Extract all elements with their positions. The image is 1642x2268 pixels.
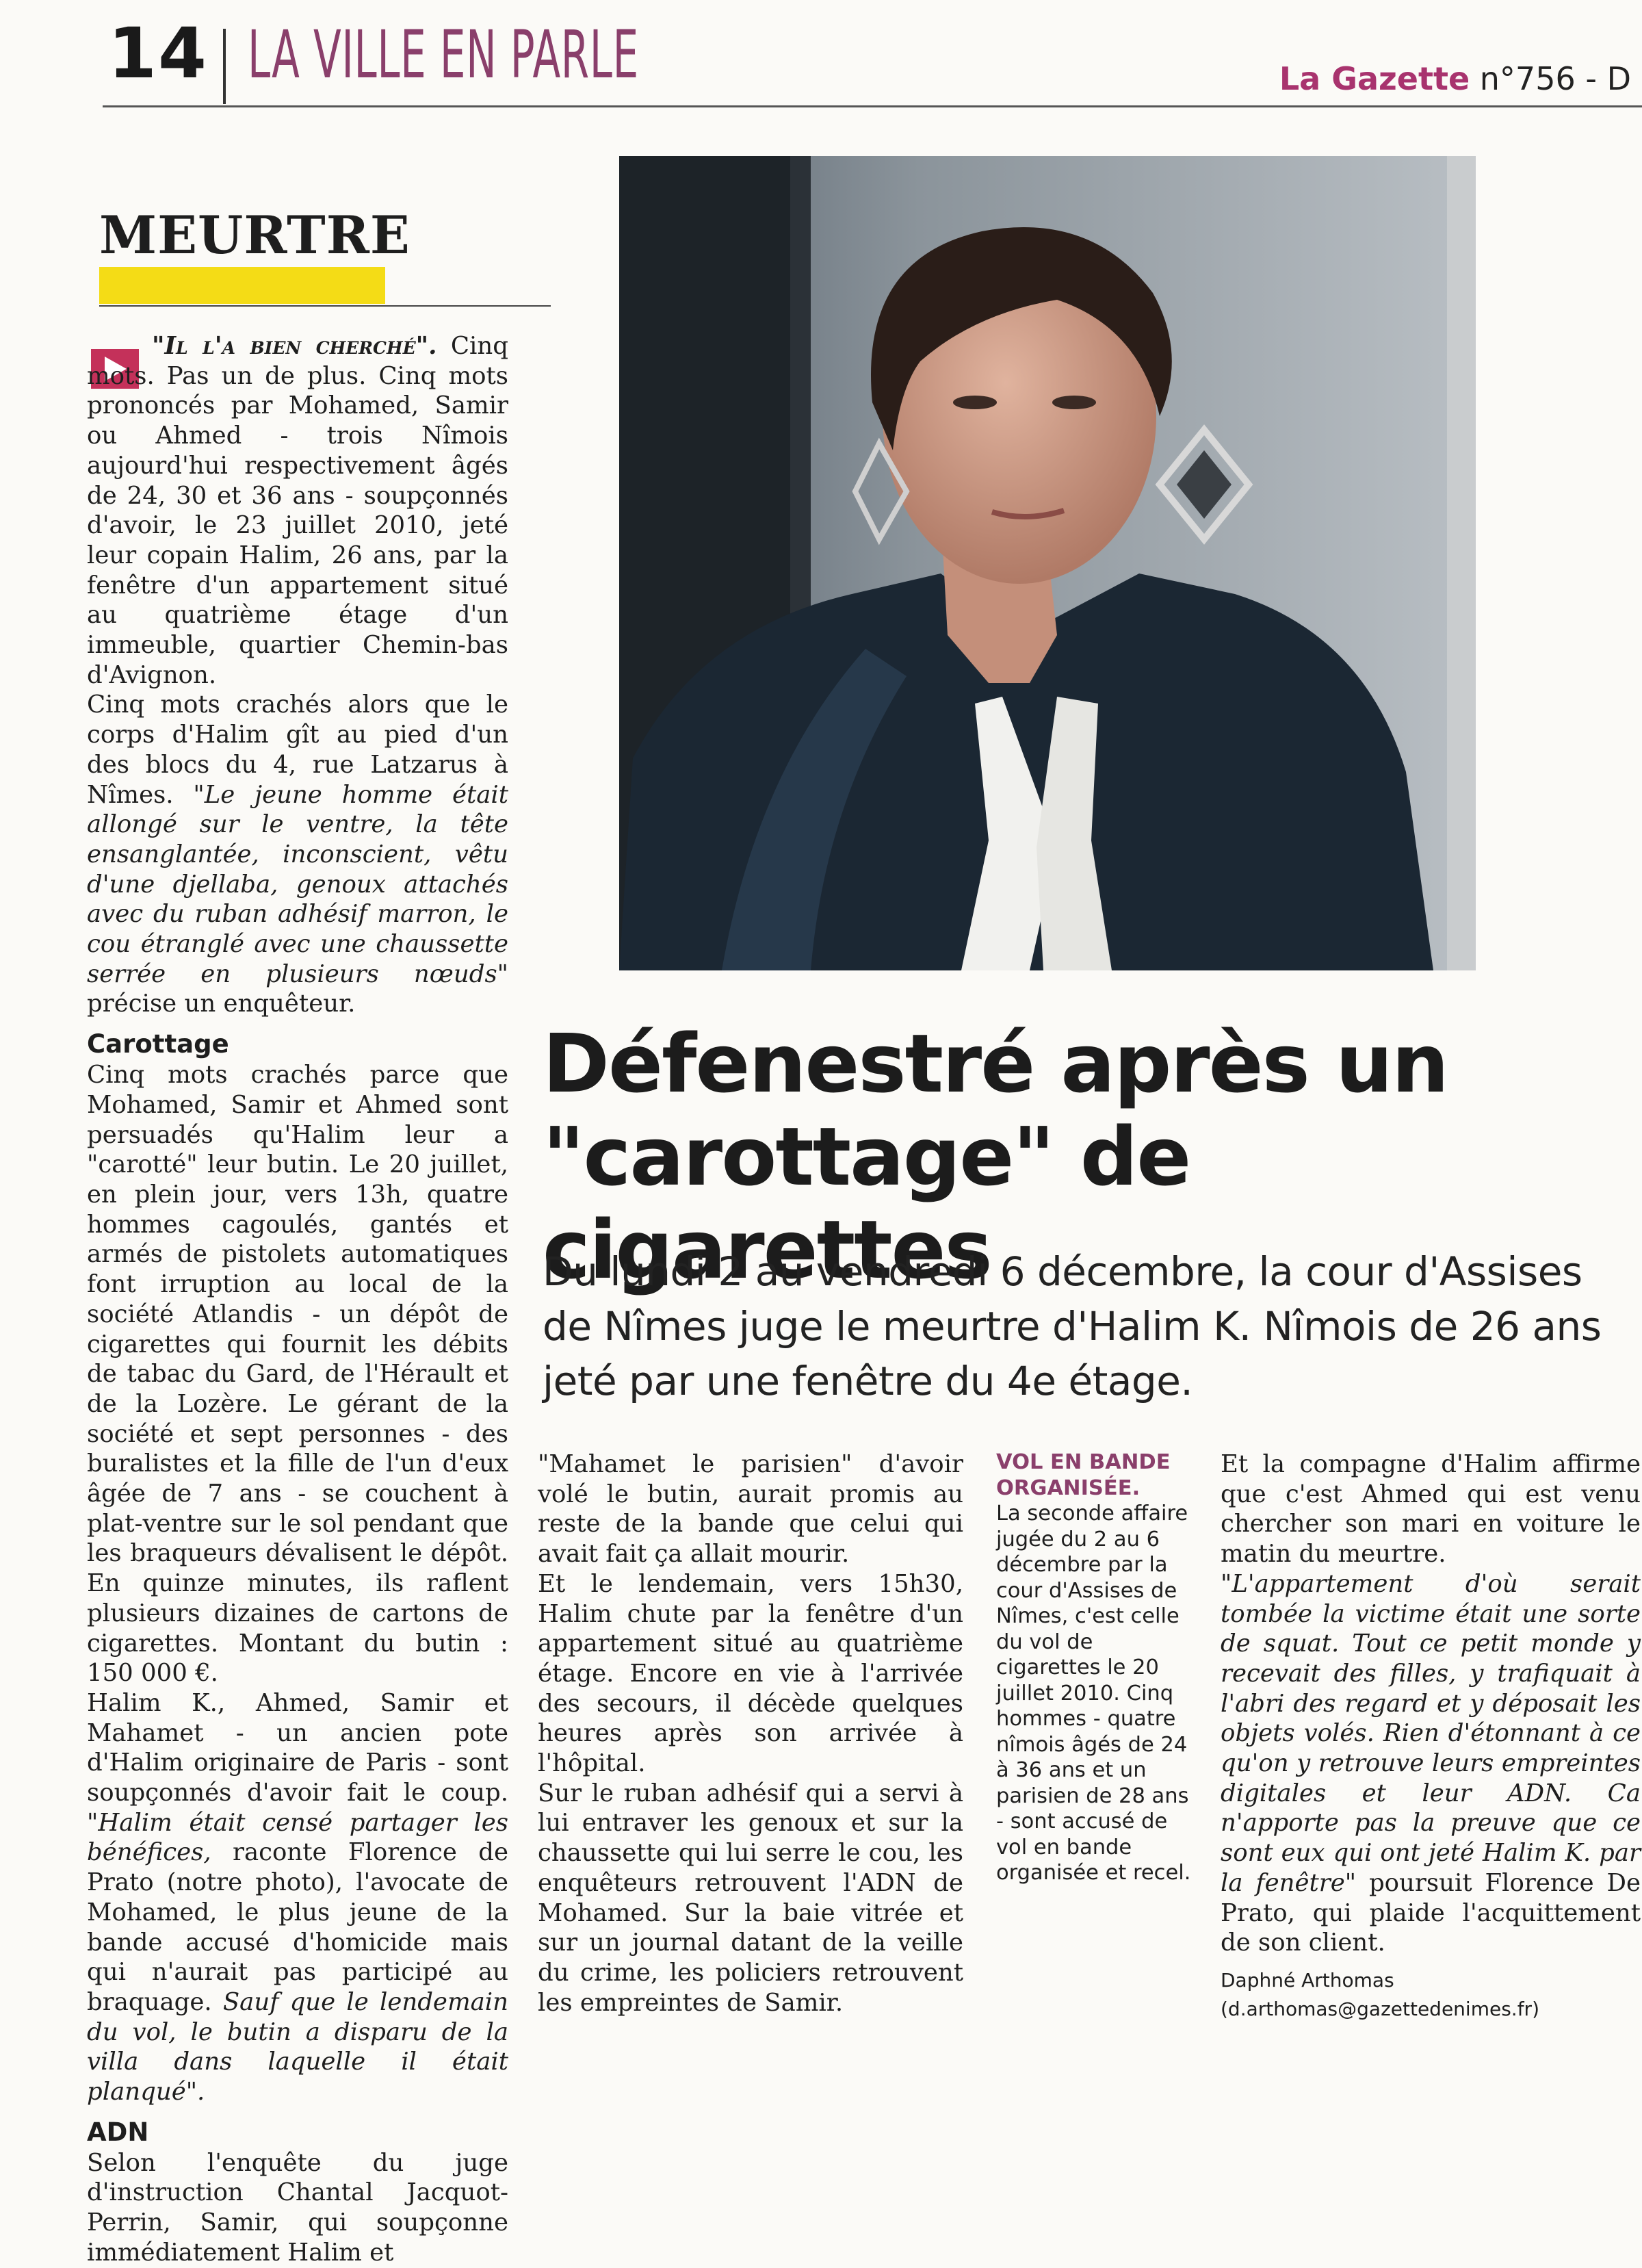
paragraph: Et le lendemain, vers 15h30, Halim chute…	[538, 1569, 963, 1778]
paragraph: Selon l'enquête du juge d'instruction Ch…	[87, 2148, 508, 2267]
kicker-highlight	[99, 267, 385, 304]
lead-text: Cinq mots. Pas un de plus. Cinq mots pro…	[87, 332, 508, 689]
paragraph: Et la compagne d'Halim affirme que c'est…	[1221, 1450, 1641, 1569]
header-rule	[103, 105, 1642, 107]
header-separator	[223, 29, 226, 104]
text: précise un enquêteur.	[87, 990, 356, 1018]
paragraph: Cinq mots crachés alors que le corps d'H…	[87, 690, 508, 1019]
article-column-1: "Il l'a bien cherché". Cinq mots. Pas un…	[87, 331, 508, 2268]
paragraph: "Mahamet le parisien" d'avoir volé le bu…	[538, 1450, 963, 1569]
subhead-carottage: Carottage	[87, 1029, 229, 1059]
headline-line-1: Défenestré après un	[543, 1016, 1449, 1111]
publication-info: La Gazette n°756 - D	[1279, 63, 1631, 94]
byline-email: (d.arthomas@gazettedenimes.fr)	[1221, 1997, 1539, 2020]
publication-name: La Gazette	[1279, 60, 1470, 97]
quote: "Le jeune homme était allongé sur le ven…	[87, 780, 508, 988]
article-column-2: "Mahamet le parisien" d'avoir volé le bu…	[538, 1449, 963, 2018]
quote: "L'appartement d'où serait tombée la vic…	[1221, 1569, 1641, 1897]
byline: Daphné Arthomas (d.arthomas@gazettedenim…	[1221, 1966, 1641, 2024]
sidebar-text: La seconde affaire jugée du 2 au 6 décem…	[996, 1502, 1191, 1885]
paragraph: "Il l'a bien cherché". Cinq mots. Pas un…	[87, 331, 508, 690]
page-number: 14	[108, 13, 208, 94]
paragraph: Sur le ruban adhésif qui a servi à lui e…	[538, 1779, 963, 2017]
lawyer-photo	[619, 156, 1476, 970]
paragraph: Halim K., Ahmed, Samir et Mahamet - un a…	[87, 1688, 508, 2107]
kicker: MEURTRE	[99, 205, 410, 266]
paragraph: Cinq mots crachés parce que Mohamed, Sam…	[87, 1061, 508, 1688]
kicker-rule	[99, 305, 551, 307]
sidebar-title: VOL EN BANDE ORGANISÉE.	[996, 1450, 1171, 1500]
paragraph: "L'appartement d'où serait tombée la vic…	[1221, 1569, 1641, 1958]
subhead-adn: ADN	[87, 2117, 149, 2147]
section-title: LA VILLE EN PARLE	[248, 16, 639, 93]
sidebar-box: VOL EN BANDE ORGANISÉE. La seconde affai…	[996, 1449, 1201, 1886]
byline-author: Daphné Arthomas	[1221, 1968, 1394, 1992]
lead-quote: "Il l'a bien cherché".	[152, 332, 437, 360]
article-column-4: Et la compagne d'Halim affirme que c'est…	[1221, 1449, 1641, 2024]
standfirst: Du lundi 2 au vendredi 6 décembre, la co…	[543, 1248, 1602, 1404]
issue-number: n°756 - D	[1479, 60, 1631, 97]
text: Halim K., Ahmed, Samir et Mahamet - un a…	[87, 1688, 508, 1807]
